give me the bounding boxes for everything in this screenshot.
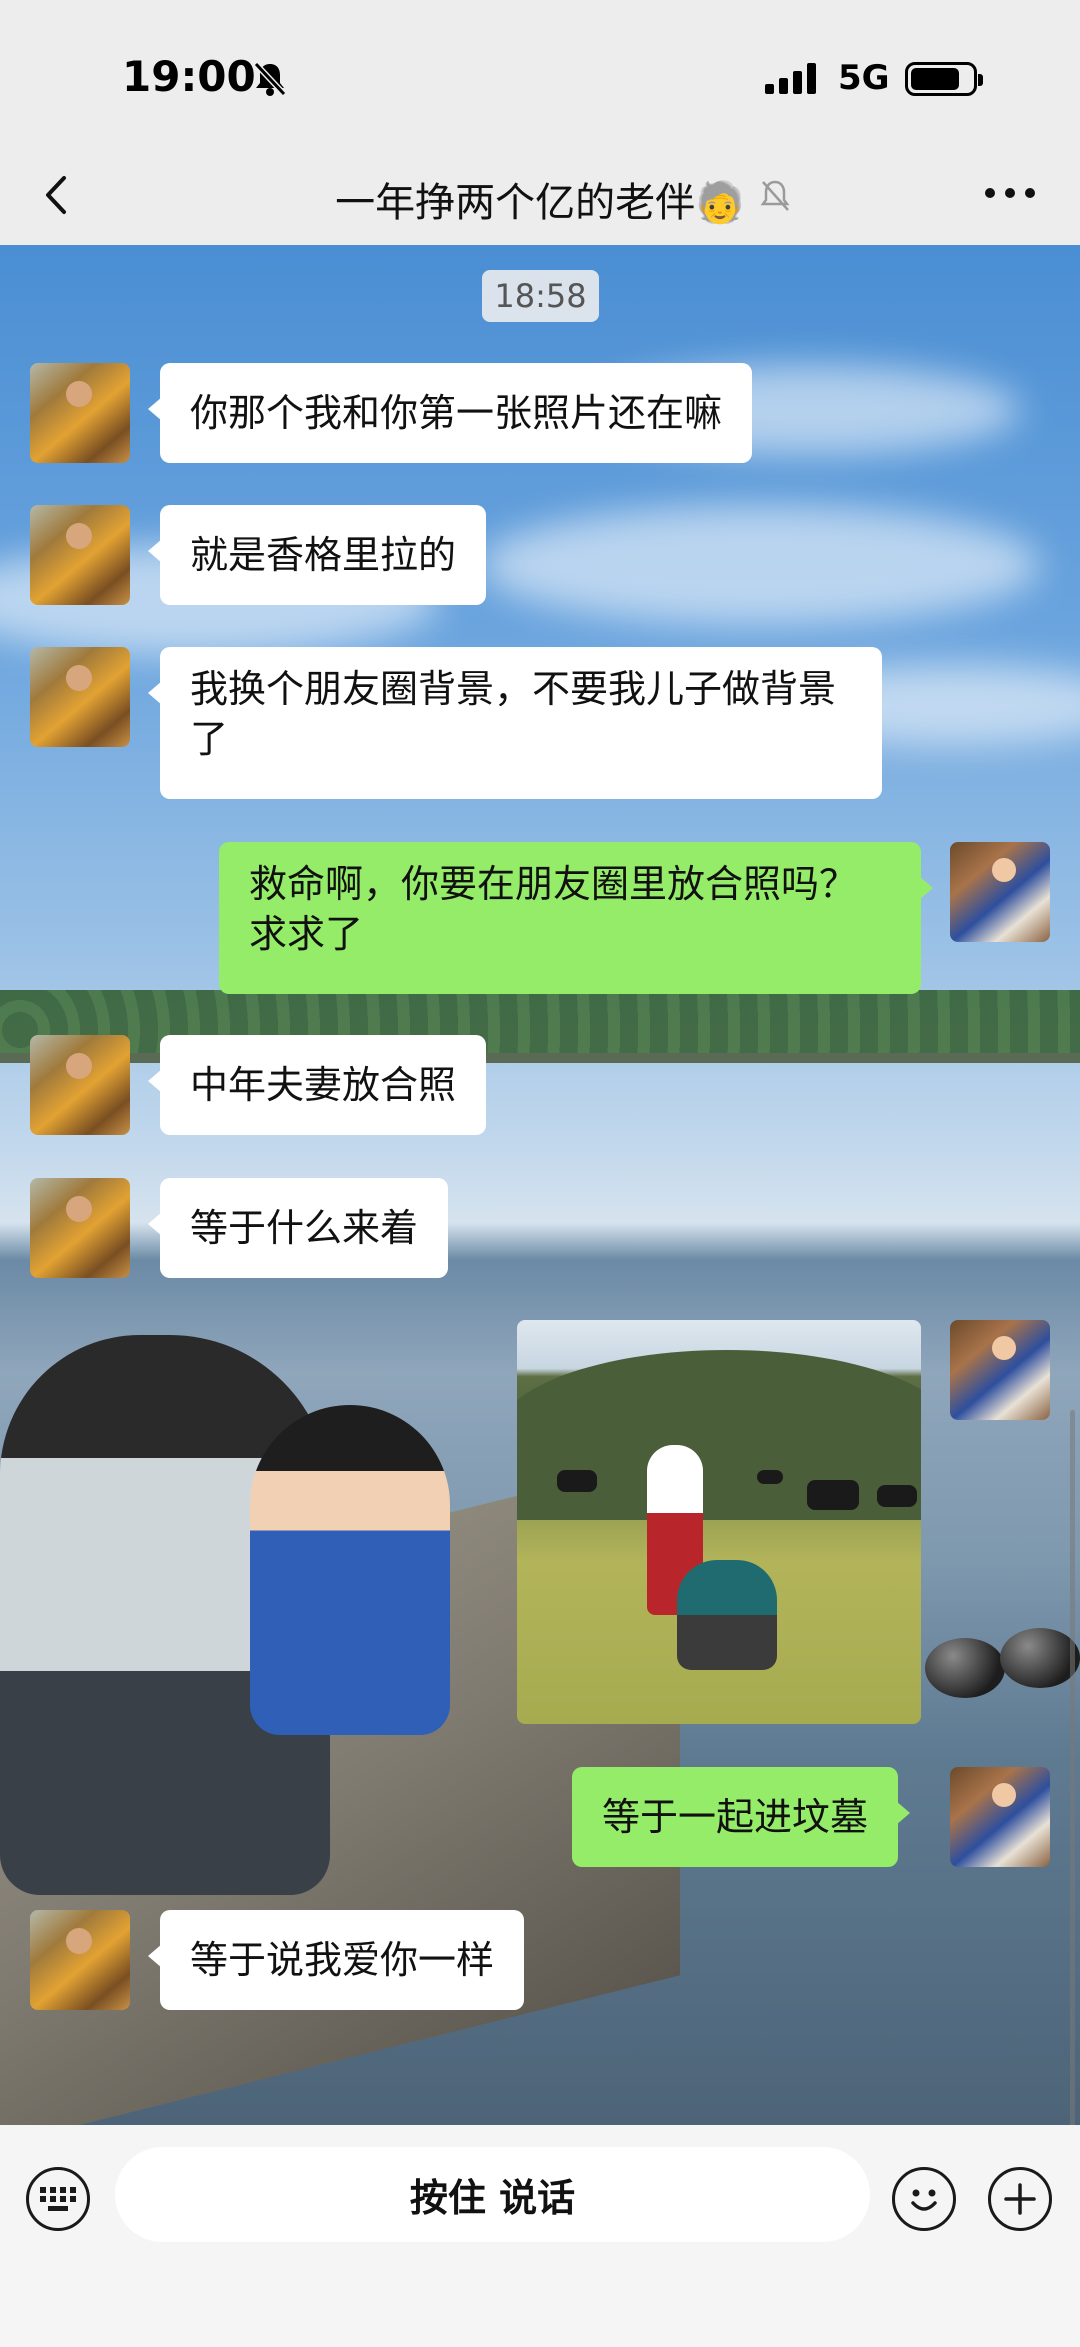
chat-title: 一年挣两个亿的老伴🧓 (335, 180, 745, 226)
smiley-icon[interactable] (892, 2167, 956, 2231)
message-bubble-incoming[interactable]: 你那个我和你第一张照片还在嘛 (147, 363, 753, 463)
keyboard-icon[interactable] (26, 2167, 90, 2231)
plus-icon[interactable] (988, 2167, 1052, 2231)
message-bubble-outgoing[interactable]: 救命啊，你要在朋友圈里放合照吗？求求了 (219, 842, 933, 994)
contact-avatar[interactable] (30, 363, 130, 463)
image-message[interactable] (517, 1320, 921, 1724)
battery-icon (905, 62, 983, 96)
contact-avatar[interactable] (30, 1178, 130, 1278)
network-type: 5G (838, 58, 890, 98)
ellipsis-icon (985, 188, 995, 198)
signal-icon (765, 62, 816, 94)
more-options-button[interactable] (985, 188, 1035, 198)
scrollbar[interactable] (1070, 1410, 1075, 2130)
contact-avatar[interactable] (30, 1910, 130, 2010)
bell-slash-icon (253, 61, 287, 97)
message-bubble-incoming[interactable]: 等于什么来着 (147, 1178, 449, 1278)
status-bar: 19:00 5G (0, 0, 1080, 160)
chat-header: 一年挣两个亿的老伴🧓 (0, 150, 1080, 245)
message-timestamp: 18:58 (482, 270, 599, 322)
message-bubble-incoming[interactable]: 就是香格里拉的 (147, 505, 487, 605)
hold-to-talk-button[interactable]: 按住 说话 (115, 2147, 870, 2242)
my-avatar[interactable] (950, 842, 1050, 942)
input-bar: 按住 说话 (0, 2125, 1080, 2347)
message-bubble-incoming[interactable]: 中年夫妻放合照 (147, 1035, 487, 1135)
message-bubble-incoming[interactable]: 我换个朋友圈背景，不要我儿子做背景了 (148, 647, 882, 799)
contact-avatar[interactable] (30, 1035, 130, 1135)
contact-avatar[interactable] (30, 505, 130, 605)
clock: 19:00 (122, 52, 256, 101)
message-bubble-incoming[interactable]: 等于说我爱你一样 (147, 1910, 525, 2010)
contact-avatar[interactable] (30, 647, 130, 747)
message-bubble-outgoing[interactable]: 等于一起进坟墓 (572, 1767, 911, 1867)
bell-slash-icon (760, 180, 790, 211)
my-avatar[interactable] (950, 1767, 1050, 1867)
my-avatar[interactable] (950, 1320, 1050, 1420)
